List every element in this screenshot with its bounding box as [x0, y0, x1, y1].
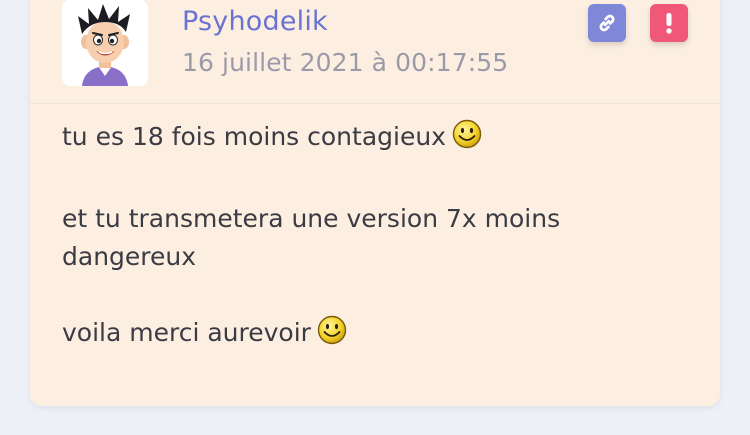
post-paragraph: voila merci aurevoir [62, 314, 347, 352]
post-header: Psyhodelik 16 juillet 2021 à 00:17:55 [30, 0, 720, 104]
page: Psyhodelik 16 juillet 2021 à 00:17:55 tu… [0, 0, 750, 435]
exclamation-icon [666, 13, 672, 34]
smiley-icon [317, 315, 347, 345]
cartoon-boy-avatar-icon [62, 0, 148, 86]
post-paragraph: tu es 18 fois moins contagieux [62, 118, 482, 156]
smiley-icon [452, 119, 482, 149]
post-author[interactable]: Psyhodelik [182, 6, 328, 37]
forum-post-card: Psyhodelik 16 juillet 2021 à 00:17:55 tu… [30, 0, 720, 406]
post-paragraph: et tu transmetera une version 7x moins d… [62, 204, 561, 271]
report-button[interactable] [650, 4, 688, 42]
paragraph-text: tu es 18 fois moins contagieux [62, 122, 446, 151]
paragraph-text: voila merci aurevoir [62, 318, 311, 347]
avatar[interactable] [62, 0, 148, 86]
permalink-button[interactable] [588, 4, 626, 42]
post-timestamp: 16 juillet 2021 à 00:17:55 [182, 48, 509, 77]
link-icon [599, 14, 615, 32]
